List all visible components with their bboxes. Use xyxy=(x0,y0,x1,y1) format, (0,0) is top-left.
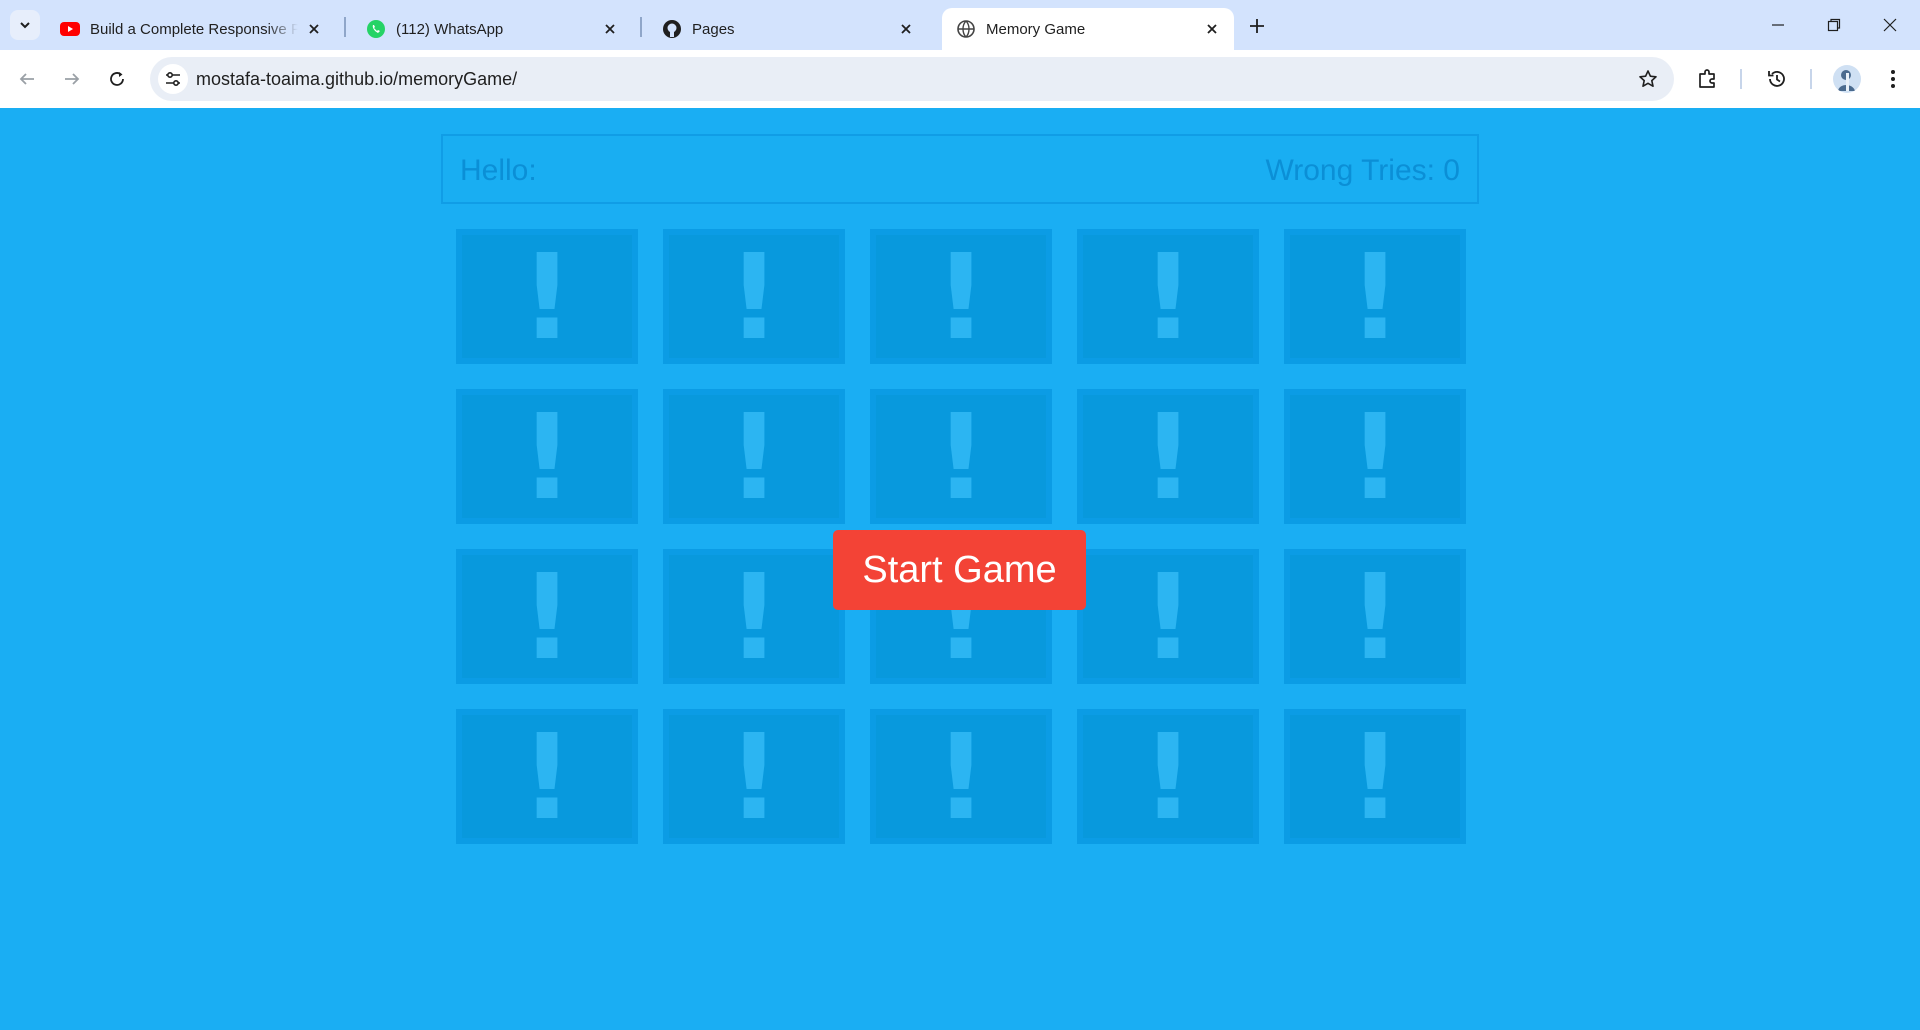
card-back-symbol: ! xyxy=(1141,387,1195,526)
tab-title: (112) WhatsApp xyxy=(396,20,504,38)
star-icon xyxy=(1639,70,1657,87)
game-card[interactable]: ! xyxy=(663,709,845,844)
reload-icon xyxy=(110,72,124,86)
tab-separator xyxy=(640,17,642,37)
plus-icon xyxy=(1250,19,1264,33)
close-icon[interactable] xyxy=(1202,19,1222,39)
address-bar[interactable]: mostafa-toaima.github.io/memoryGame/ xyxy=(150,57,1674,101)
game-card[interactable]: ! xyxy=(456,389,638,524)
reload-button[interactable] xyxy=(100,62,134,96)
avatar-icon xyxy=(1833,65,1861,93)
card-back-symbol: ! xyxy=(520,227,574,366)
game-card[interactable]: ! xyxy=(870,229,1052,364)
game-card[interactable]: ! xyxy=(870,709,1052,844)
tab-title: Build a Complete Responsive Portfolio xyxy=(90,20,298,38)
card-back-symbol: ! xyxy=(1348,387,1402,526)
arrow-right-icon xyxy=(65,73,80,85)
profile-avatar[interactable] xyxy=(1833,65,1861,93)
globe-icon xyxy=(956,19,976,39)
tab-title: Pages xyxy=(692,20,735,38)
game-card[interactable]: ! xyxy=(1077,229,1259,364)
tab-youtube[interactable]: Build a Complete Responsive Portfolio xyxy=(46,8,336,50)
close-icon xyxy=(1883,18,1897,32)
minimize-icon xyxy=(1772,24,1784,26)
game-card[interactable]: ! xyxy=(663,389,845,524)
chevron-down-icon xyxy=(20,22,30,29)
card-back-symbol: ! xyxy=(520,387,574,526)
card-back-symbol: ! xyxy=(727,387,781,526)
close-icon[interactable] xyxy=(600,19,620,39)
game-card[interactable]: ! xyxy=(1077,709,1259,844)
tune-icon xyxy=(166,71,180,87)
forward-button[interactable] xyxy=(55,62,89,96)
tab-github-pages[interactable]: Pages xyxy=(648,8,928,50)
bookmark-button[interactable] xyxy=(1636,67,1660,91)
card-back-symbol: ! xyxy=(1141,547,1195,686)
card-back-symbol: ! xyxy=(1141,707,1195,846)
tab-strip: Build a Complete Responsive Portfolio (1… xyxy=(0,0,1920,50)
card-back-symbol: ! xyxy=(1348,547,1402,686)
card-back-symbol: ! xyxy=(1348,227,1402,366)
site-info-button[interactable] xyxy=(158,64,188,94)
tab-search-button[interactable] xyxy=(10,10,40,40)
tab-title: Memory Game xyxy=(986,20,1086,38)
game-card[interactable]: ! xyxy=(1077,549,1259,684)
game-card[interactable]: ! xyxy=(1077,389,1259,524)
restore-icon xyxy=(1827,18,1841,32)
history-icon xyxy=(1768,71,1785,87)
game-card[interactable]: ! xyxy=(1284,389,1466,524)
tab-whatsapp[interactable]: (112) WhatsApp xyxy=(352,8,632,50)
game-card[interactable]: ! xyxy=(663,229,845,364)
restore-button[interactable] xyxy=(1806,0,1862,50)
player-name-label: Hello: xyxy=(460,154,537,187)
game-card[interactable]: ! xyxy=(1284,709,1466,844)
minimize-button[interactable] xyxy=(1750,0,1806,50)
card-back-symbol: ! xyxy=(1141,227,1195,366)
memory-game-page: Hello: Wrong Tries: 0 !!!!!!!!!!!!!!!!!!… xyxy=(0,108,1920,1030)
game-card[interactable]: ! xyxy=(870,389,1052,524)
history-button[interactable] xyxy=(1762,64,1792,94)
game-card[interactable]: ! xyxy=(1284,229,1466,364)
close-icon[interactable] xyxy=(896,19,916,39)
puzzle-icon xyxy=(1699,69,1715,88)
game-card[interactable]: ! xyxy=(456,229,638,364)
start-game-button[interactable]: Start Game xyxy=(833,530,1086,610)
youtube-icon xyxy=(60,19,80,39)
info-container: Hello: Wrong Tries: 0 xyxy=(441,134,1479,204)
wrong-tries-counter: Wrong Tries: 0 xyxy=(1265,154,1460,187)
new-tab-button[interactable] xyxy=(1242,11,1272,41)
menu-button[interactable] xyxy=(1878,64,1908,94)
whatsapp-icon xyxy=(366,19,386,39)
url-text[interactable]: mostafa-toaima.github.io/memoryGame/ xyxy=(196,69,517,90)
game-card[interactable]: ! xyxy=(456,549,638,684)
arrow-left-icon xyxy=(19,73,34,85)
close-window-button[interactable] xyxy=(1862,0,1918,50)
card-back-symbol: ! xyxy=(934,707,988,846)
close-icon[interactable] xyxy=(304,19,324,39)
game-card[interactable]: ! xyxy=(663,549,845,684)
card-back-symbol: ! xyxy=(1348,707,1402,846)
game-card[interactable]: ! xyxy=(456,709,638,844)
tab-separator xyxy=(344,17,346,37)
card-back-symbol: ! xyxy=(520,707,574,846)
card-back-symbol: ! xyxy=(727,547,781,686)
toolbar-separator xyxy=(1740,69,1742,89)
card-back-symbol: ! xyxy=(520,547,574,686)
card-back-symbol: ! xyxy=(934,227,988,366)
card-back-symbol: ! xyxy=(727,707,781,846)
github-icon xyxy=(662,19,682,39)
game-card[interactable]: ! xyxy=(1284,549,1466,684)
card-back-symbol: ! xyxy=(934,387,988,526)
browser-toolbar: mostafa-toaima.github.io/memoryGame/ xyxy=(0,50,1920,108)
toolbar-separator xyxy=(1810,69,1812,89)
extensions-button[interactable] xyxy=(1693,64,1723,94)
back-button[interactable] xyxy=(10,62,44,96)
tab-memory-game[interactable]: Memory Game xyxy=(942,8,1234,50)
more-vertical-icon xyxy=(1891,70,1895,88)
card-back-symbol: ! xyxy=(727,227,781,366)
